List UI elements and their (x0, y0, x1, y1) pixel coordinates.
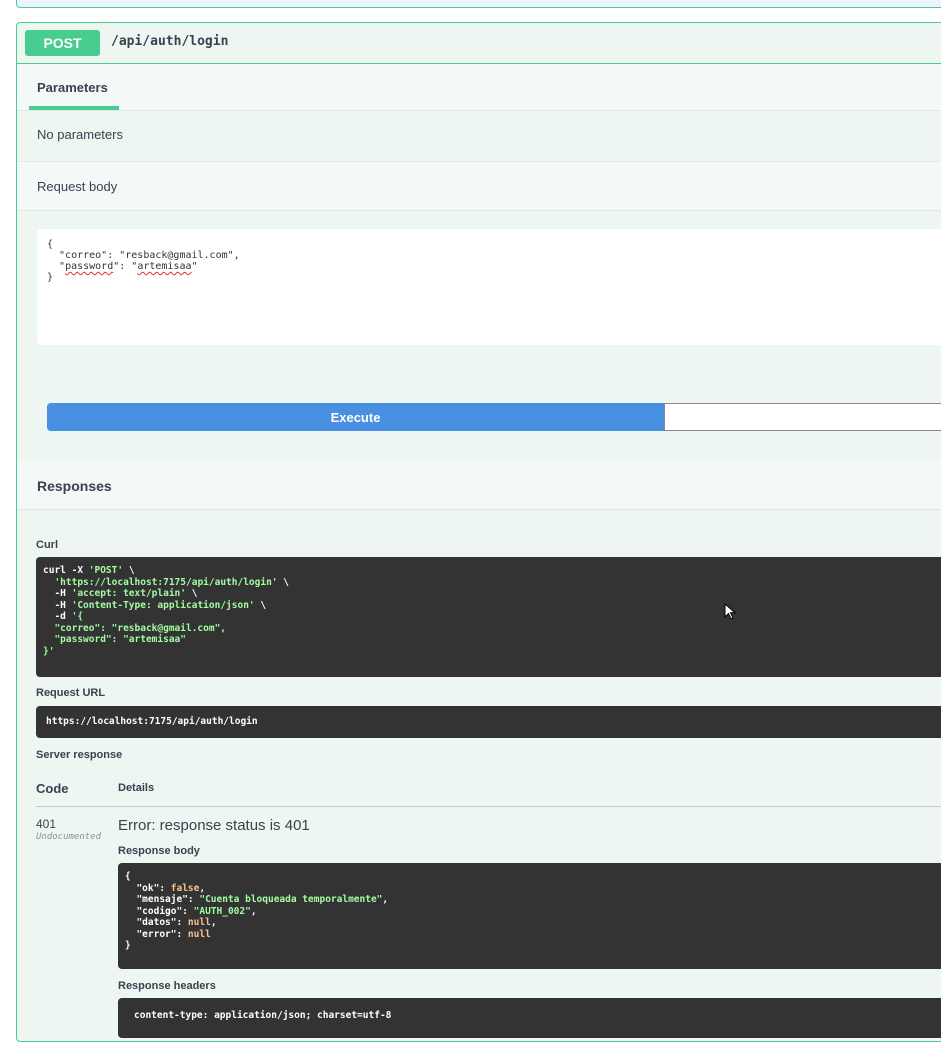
undocumented-label: Undocumented (36, 832, 102, 842)
response-headers-block[interactable]: content-type: application/json; charset=… (118, 998, 941, 1038)
tab-active-indicator (29, 106, 119, 110)
curl-label: Curl (36, 539, 58, 551)
spellcheck-artemisaa: artemisaa (137, 261, 192, 272)
request-url-label: Request URL (36, 687, 106, 699)
request-body-header: Request body (17, 161, 941, 211)
endpoint-path: /api/auth/login (111, 34, 229, 49)
request-body-editor[interactable]: { "correo": "resback@gmail.com", "passwo… (37, 229, 941, 345)
response-body-label: Response body (118, 845, 200, 857)
response-table-header: Code Details (36, 771, 941, 807)
request-url-block[interactable]: https://localhost:7175/api/auth/login (36, 706, 941, 738)
response-headers-label: Response headers (118, 980, 216, 992)
clear-button[interactable] (664, 403, 941, 431)
mouse-pointer-icon (724, 602, 737, 626)
operation-summary[interactable]: POST /api/auth/login (17, 23, 941, 64)
curl-command-text: curl -X 'POST' \ 'https://localhost:7175… (43, 565, 289, 657)
curl-command-block[interactable]: curl -X 'POST' \ 'https://localhost:7175… (36, 557, 941, 677)
responses-header: Responses (17, 461, 941, 510)
response-status-code: 401 (36, 817, 57, 831)
tab-parameters[interactable]: Parameters (29, 64, 119, 110)
no-parameters-text: No parameters (37, 127, 123, 142)
tab-parameters-label: Parameters (37, 80, 108, 95)
error-message: Error: response status is 401 (118, 817, 310, 834)
execute-button[interactable]: Execute (47, 403, 664, 431)
response-body-block[interactable]: { "ok": false, "mensaje": "Cuenta bloque… (118, 863, 941, 969)
parameters-header: Parameters (17, 64, 941, 111)
response-headers-text: content-type: application/json; charset=… (134, 1010, 392, 1021)
responses-title: Responses (37, 478, 112, 494)
previous-operation-block (16, 0, 941, 8)
details-column-header: Details (118, 782, 155, 794)
code-column-header: Code (36, 781, 69, 796)
http-method-badge: POST (25, 30, 100, 56)
request-body-label: Request body (37, 179, 118, 194)
response-body-json: { "ok": false, "mensaje": "Cuenta bloque… (125, 871, 389, 951)
server-response-label: Server response (36, 749, 123, 761)
operation-block-post-login: POST /api/auth/login Parameters No param… (16, 22, 941, 1042)
spellcheck-password: password (65, 261, 114, 272)
request-body-json: { "correo": "resback@gmail.com", "passwo… (47, 239, 240, 283)
request-url-text: https://localhost:7175/api/auth/login (46, 716, 258, 727)
